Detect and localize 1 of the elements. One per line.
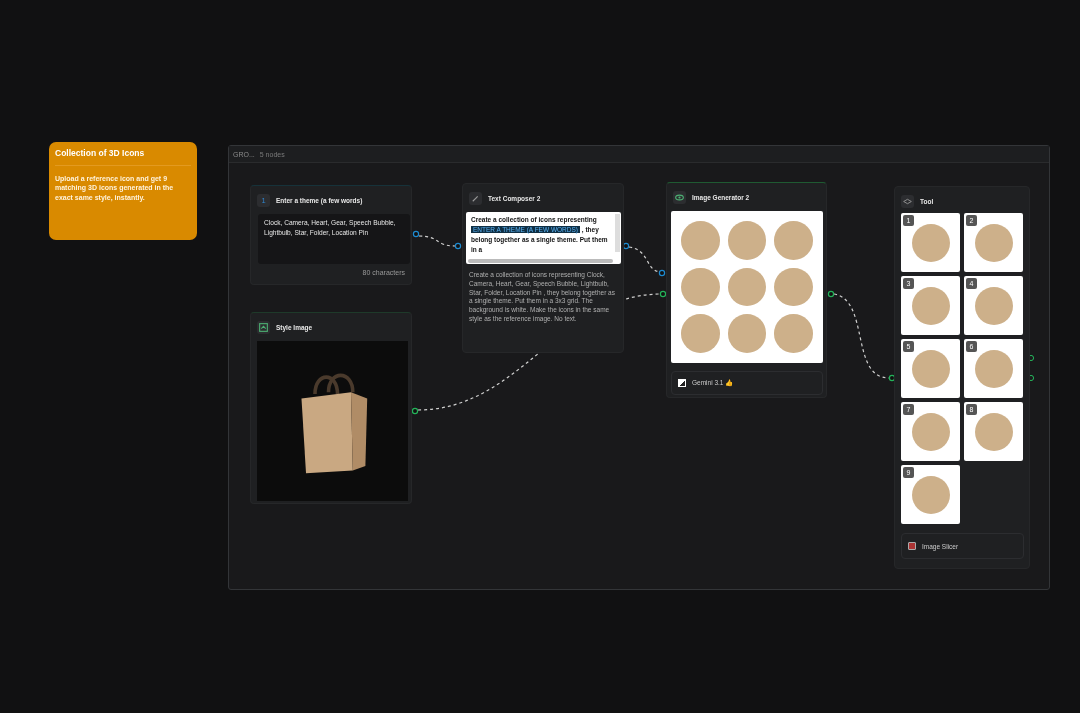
note-title: Collection of 3D Icons [55, 148, 191, 166]
